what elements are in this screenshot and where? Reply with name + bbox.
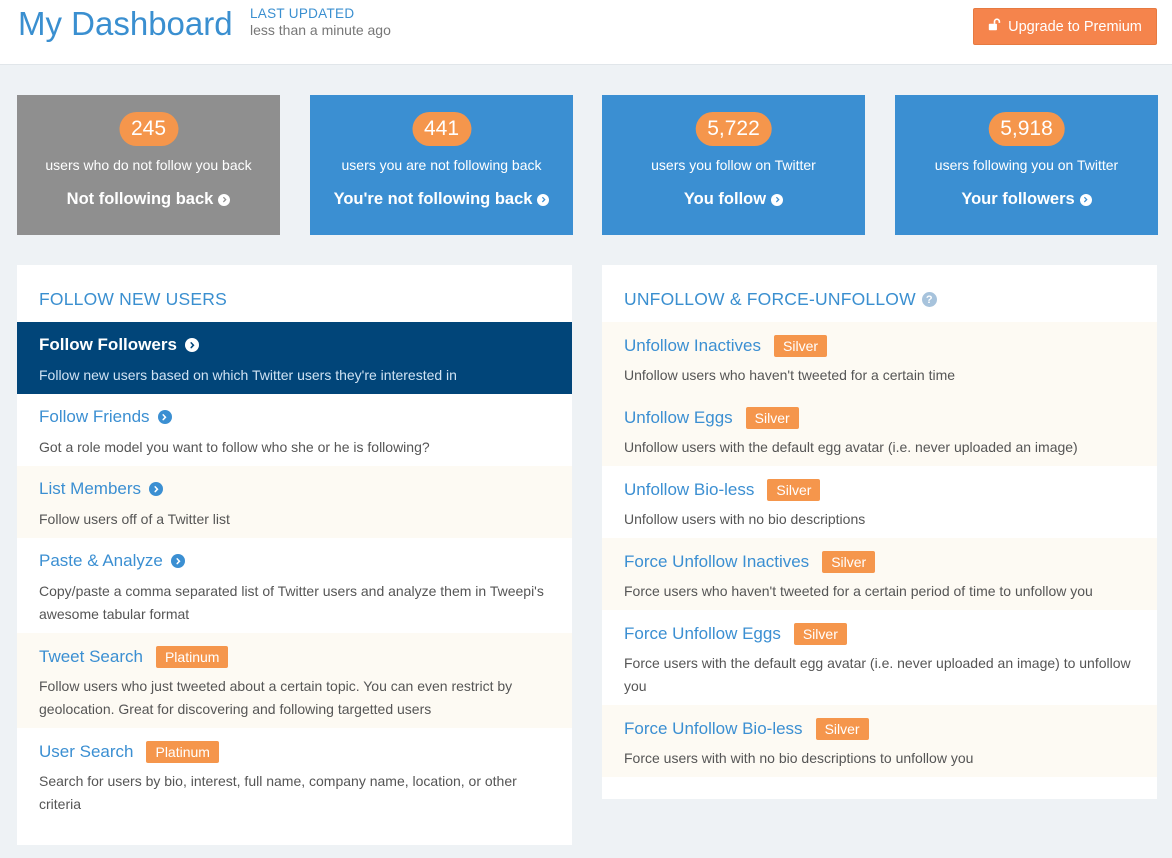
unfollow-item-eggs[interactable]: Unfollow Eggs Silver Unfollow users with… <box>602 394 1157 466</box>
follow-item-paste-analyze[interactable]: Paste & Analyze Copy/paste a comma separ… <box>17 538 572 633</box>
tier-badge: Platinum <box>155 646 229 668</box>
upgrade-label: Upgrade to Premium <box>1008 18 1142 35</box>
item-description: Force users with the default egg avatar … <box>624 655 1131 694</box>
stat-you-follow[interactable]: 5,722 users you follow on Twitter You fo… <box>602 95 865 235</box>
follow-new-users-panel: FOLLOW NEW USERS Follow Followers Follow… <box>17 265 572 845</box>
last-updated-label: LAST UPDATED <box>250 6 355 21</box>
unfollow-item-inactives[interactable]: Unfollow Inactives Silver Unfollow users… <box>602 322 1157 394</box>
item-description: Unfollow users with the default egg avat… <box>624 439 1078 455</box>
count-badge: 5,918 <box>988 112 1065 146</box>
chevron-circle-right-icon <box>184 338 199 352</box>
follow-item-user-search[interactable]: User Search Platinum Search for users by… <box>17 728 572 823</box>
chevron-circle-right-icon <box>157 410 172 424</box>
chevron-circle-right-icon <box>1079 193 1092 206</box>
item-description: Copy/paste a comma separated list of Twi… <box>39 583 544 622</box>
tier-badge: Platinum <box>146 741 219 763</box>
chevron-circle-right-icon <box>149 482 164 496</box>
panel-title: FOLLOW NEW USERS <box>39 289 227 309</box>
tier-badge: Silver <box>793 623 847 645</box>
count-badge: 5,722 <box>695 112 772 146</box>
stat-link[interactable]: You're not following back <box>310 190 573 209</box>
item-description: Unfollow users who haven't tweeted for a… <box>624 367 956 383</box>
follow-item-follow-friends[interactable]: Follow Friends Got a role model you want… <box>17 394 572 466</box>
follow-item-follow-followers[interactable]: Follow Followers Follow new users based … <box>17 322 572 394</box>
tier-badge: Silver <box>767 479 821 501</box>
stat-description: users you follow on Twitter <box>651 157 816 173</box>
follow-item-list-members[interactable]: List Members Follow users off of a Twitt… <box>17 466 572 538</box>
item-description: Search for users by bio, interest, full … <box>39 773 517 812</box>
item-description: Unfollow users with no bio descriptions <box>624 511 866 527</box>
tier-badge: Silver <box>822 551 876 573</box>
stat-not-following-back[interactable]: 245 users who do not follow you back Not… <box>17 95 280 235</box>
tier-badge: Silver <box>774 335 828 357</box>
unlock-icon <box>988 18 1001 35</box>
item-description: Follow users who just tweeted about a ce… <box>39 678 513 717</box>
count-badge: 245 <box>118 112 179 146</box>
item-title: Unfollow Bio-less <box>624 480 755 499</box>
page-title: My Dashboard <box>18 5 233 42</box>
chevron-circle-right-icon <box>537 193 550 206</box>
stat-link[interactable]: Not following back <box>17 190 280 209</box>
chevron-circle-right-icon <box>170 554 185 568</box>
item-description: Force users with with no bio description… <box>624 750 974 766</box>
unfollow-item-bio-less[interactable]: Unfollow Bio-less Silver Unfollow users … <box>602 466 1157 538</box>
chevron-circle-right-icon <box>771 193 784 206</box>
tier-badge: Silver <box>745 407 799 429</box>
stat-description: users who do not follow you back <box>45 157 252 173</box>
top-bar: My Dashboard LAST UPDATED less than a mi… <box>0 0 1172 65</box>
chevron-circle-right-icon <box>218 193 231 206</box>
stat-your-followers[interactable]: 5,918 users following you on Twitter You… <box>895 95 1158 235</box>
panel-title: UNFOLLOW & FORCE-UNFOLLOW <box>624 289 916 309</box>
stat-description: users following you on Twitter <box>934 157 1119 173</box>
last-updated-value: less than a minute ago <box>250 22 391 38</box>
count-badge: 441 <box>411 112 472 146</box>
item-title: Follow Followers <box>39 335 177 354</box>
unfollow-item-force-bio-less[interactable]: Force Unfollow Bio-less Silver Force use… <box>602 705 1157 777</box>
item-description: Follow users off of a Twitter list <box>39 511 230 527</box>
unfollow-panel: UNFOLLOW & FORCE-UNFOLLOW ? Unfollow Ina… <box>602 265 1157 799</box>
item-description: Follow new users based on which Twitter … <box>39 367 457 383</box>
unfollow-item-force-eggs[interactable]: Force Unfollow Eggs Silver Force users w… <box>602 610 1157 705</box>
item-title: Tweet Search <box>39 647 143 666</box>
item-title: Force Unfollow Inactives <box>624 552 810 571</box>
item-title: Unfollow Inactives <box>624 336 762 355</box>
stat-you-not-following-back[interactable]: 441 users you are not following back You… <box>310 95 573 235</box>
item-title: Force Unfollow Bio-less <box>624 719 803 738</box>
item-description: Got a role model you want to follow who … <box>39 439 430 455</box>
stat-description: users you are not following back <box>341 157 542 173</box>
unfollow-item-force-inactives[interactable]: Force Unfollow Inactives Silver Force us… <box>602 538 1157 610</box>
item-title: Follow Friends <box>39 407 150 426</box>
item-title: Paste & Analyze <box>39 551 163 570</box>
item-title: Unfollow Eggs <box>624 408 733 427</box>
upgrade-button[interactable]: Upgrade to Premium <box>973 8 1157 45</box>
stat-link[interactable]: You follow <box>602 190 865 209</box>
item-description: Force users who haven't tweeted for a ce… <box>624 583 1093 599</box>
stat-link[interactable]: Your followers <box>895 190 1158 209</box>
item-title: User Search <box>39 742 134 761</box>
question-circle-icon[interactable]: ? <box>921 292 937 307</box>
item-title: List Members <box>39 479 142 498</box>
tier-badge: Silver <box>815 718 869 740</box>
follow-item-tweet-search[interactable]: Tweet Search Platinum Follow users who j… <box>17 633 572 728</box>
item-title: Force Unfollow Eggs <box>624 624 781 643</box>
